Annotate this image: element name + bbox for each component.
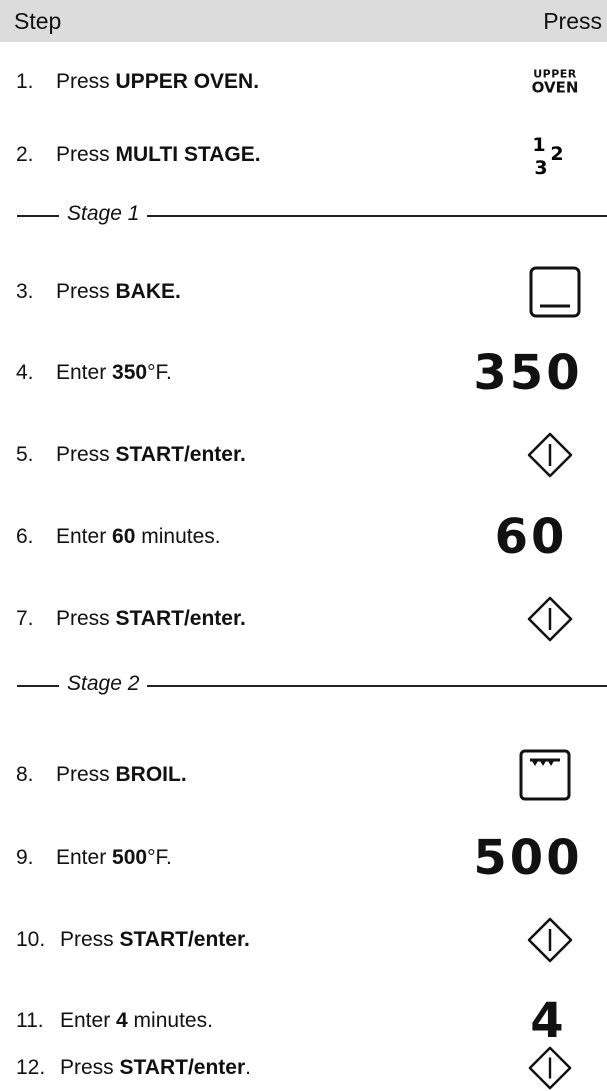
step-key: BAKE. bbox=[115, 280, 181, 303]
stage-digit-3: 3 bbox=[534, 157, 547, 177]
step-suffix: . bbox=[245, 1056, 251, 1079]
start-enter-icon bbox=[527, 917, 573, 963]
step-text: 11. Enter 4 minutes. bbox=[16, 1009, 213, 1033]
step-number: 3. bbox=[16, 280, 34, 303]
step-key: 350 bbox=[112, 361, 148, 384]
start-enter-icon bbox=[527, 432, 573, 478]
step-number: 6. bbox=[16, 525, 34, 548]
stage-divider: Stage 1 bbox=[0, 202, 607, 225]
keypad-entry-500: 500 bbox=[473, 830, 583, 886]
step-key: 60 bbox=[112, 525, 136, 548]
step-key: 500 bbox=[112, 846, 148, 869]
step-number: 2. bbox=[16, 143, 34, 166]
step-text: 9. Enter 500°F. bbox=[16, 846, 172, 870]
stage-digit-2: 2 bbox=[550, 143, 563, 165]
step-number: 12. bbox=[16, 1056, 46, 1079]
step-number: 1. bbox=[16, 70, 34, 93]
step-verb: Press bbox=[56, 607, 116, 630]
step-number: 4. bbox=[16, 361, 34, 384]
broil-icon bbox=[519, 749, 571, 801]
step-verb: Enter bbox=[56, 846, 113, 869]
step-text: 12. Press START/enter. bbox=[16, 1056, 251, 1080]
step-verb: Press bbox=[56, 143, 116, 166]
step-key: BROIL. bbox=[115, 763, 187, 786]
step-text: 7. Press START/enter. bbox=[16, 607, 246, 631]
step-text: 1. Press UPPER OVEN. bbox=[16, 70, 259, 94]
stage-label: Stage 2 bbox=[67, 672, 140, 695]
step-number: 7. bbox=[16, 607, 34, 630]
step-text: 10. Press START/enter. bbox=[16, 928, 250, 952]
stage-digit-1: 1 bbox=[532, 134, 545, 156]
step-verb: Press bbox=[56, 763, 116, 786]
stage-label: Stage 1 bbox=[67, 202, 140, 225]
divider-line-right bbox=[147, 685, 607, 687]
upper-oven-label-icon: UPPER OVEN bbox=[532, 68, 579, 95]
step-column-header: Step bbox=[14, 8, 62, 34]
step-suffix: minutes. bbox=[135, 525, 221, 548]
step-text: 8. Press BROIL. bbox=[16, 763, 187, 787]
start-enter-icon bbox=[527, 596, 573, 642]
step-key: MULTI STAGE. bbox=[115, 143, 261, 166]
step-verb: Enter bbox=[60, 1009, 117, 1032]
divider-line-right bbox=[147, 215, 607, 217]
oven-label-line: OVEN bbox=[531, 77, 579, 96]
step-suffix: °F. bbox=[147, 361, 172, 384]
step-text: 4. Enter 350°F. bbox=[16, 361, 172, 385]
step-number: 11. bbox=[16, 1009, 44, 1032]
table-header: Step Press bbox=[0, 0, 607, 42]
step-key: 4 bbox=[116, 1009, 128, 1032]
divider-line-left bbox=[17, 685, 59, 687]
step-verb: Press bbox=[56, 443, 116, 466]
start-enter-icon bbox=[528, 1046, 572, 1090]
step-number: 9. bbox=[16, 846, 34, 869]
step-verb: Enter bbox=[56, 525, 113, 548]
press-column-header: Press bbox=[543, 8, 602, 34]
step-text: 3. Press BAKE. bbox=[16, 280, 181, 304]
step-key: START/enter. bbox=[115, 607, 246, 630]
stage-divider: Stage 2 bbox=[0, 672, 607, 695]
step-text: 6. Enter 60 minutes. bbox=[16, 525, 221, 549]
divider-line-left bbox=[17, 215, 59, 217]
step-key: UPPER OVEN. bbox=[115, 70, 260, 93]
keypad-entry-4: 4 bbox=[530, 993, 564, 1049]
step-number: 5. bbox=[16, 443, 34, 466]
keypad-entry-350: 350 bbox=[473, 345, 583, 401]
step-verb: Press bbox=[60, 1056, 120, 1079]
step-verb: Press bbox=[56, 70, 116, 93]
bake-icon bbox=[529, 266, 581, 318]
step-number: 10. bbox=[16, 928, 46, 951]
step-text: 5. Press START/enter. bbox=[16, 443, 246, 467]
keypad-entry-60: 60 bbox=[494, 509, 568, 565]
step-verb: Press bbox=[60, 928, 120, 951]
step-key: START/enter. bbox=[115, 443, 246, 466]
step-suffix: minutes. bbox=[127, 1009, 213, 1032]
step-verb: Enter bbox=[56, 361, 113, 384]
step-verb: Press bbox=[56, 280, 116, 303]
step-text: 2. Press MULTI STAGE. bbox=[16, 143, 261, 167]
step-key: START/enter. bbox=[119, 928, 250, 951]
step-key: START/enter bbox=[119, 1056, 246, 1079]
step-number: 8. bbox=[16, 763, 34, 786]
step-suffix: °F. bbox=[147, 846, 172, 869]
multi-stage-icon: 1 2 3 bbox=[532, 134, 563, 177]
